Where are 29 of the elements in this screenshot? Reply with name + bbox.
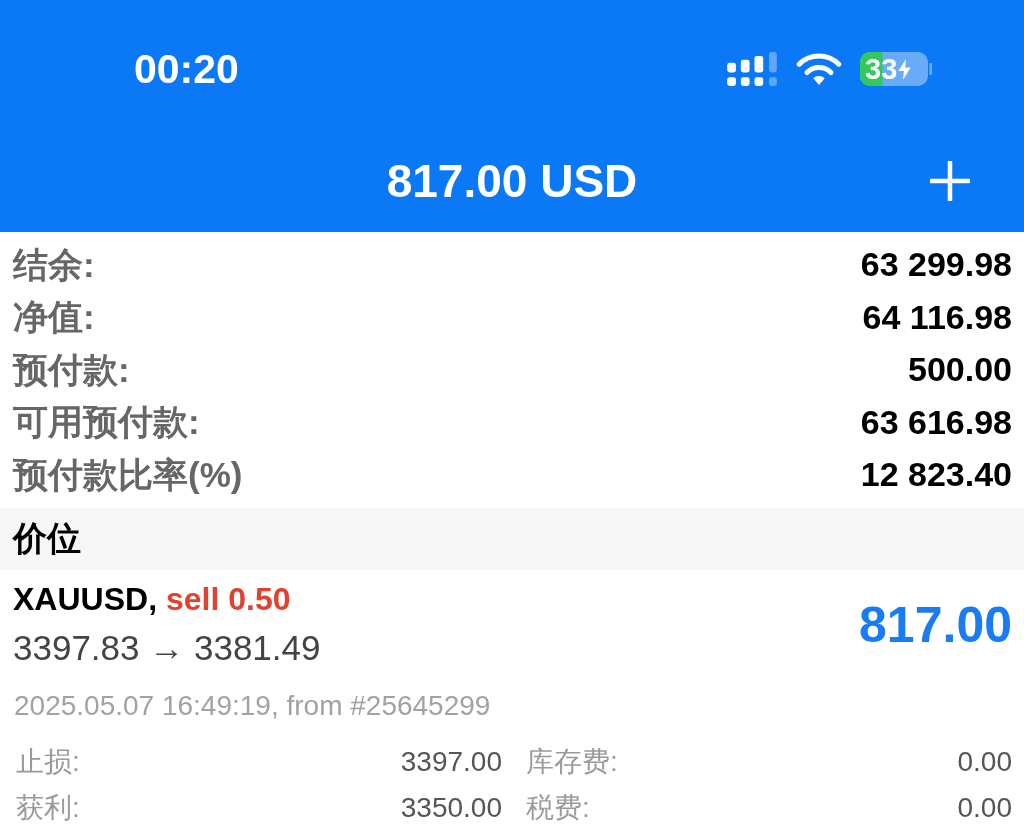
- detail-value: 0.00: [957, 747, 1012, 776]
- section-header: 价位: [0, 507, 1024, 570]
- plus-icon[interactable]: [930, 161, 970, 201]
- wifi-icon: [796, 51, 842, 85]
- summary-value: 63 616.98: [860, 404, 1012, 439]
- summary-label: 预付款:: [13, 351, 130, 387]
- detail-label: 库存费:: [526, 747, 618, 776]
- clock-time: 00:20: [134, 48, 239, 90]
- position-profit: 817.00: [859, 599, 1012, 650]
- detail-label: 税费:: [526, 793, 590, 822]
- summary-label: 预付款比率(%): [13, 456, 243, 492]
- signal-icon: [727, 51, 778, 87]
- detail-value: 3397.00: [400, 747, 502, 776]
- detail-value: 3350.00: [400, 793, 502, 822]
- detail-value: 0.00: [957, 793, 1012, 822]
- summary-value: 64 116.98: [862, 299, 1012, 334]
- summary-label: 可用预付款:: [13, 404, 200, 440]
- open-time-ticket: 2025.05.07 16:49:19, from #25645299: [13, 688, 492, 723]
- detail-label: 获利:: [16, 793, 80, 822]
- summary-value: 500.00: [908, 352, 1012, 387]
- summary-label: 结余:: [13, 246, 95, 282]
- order-type-volume: sell 0.50: [166, 582, 291, 615]
- position-symbol: XAUUSD,: [13, 582, 157, 615]
- account-profit-title: 817.00 USD: [386, 158, 638, 204]
- detail-label: 止损:: [16, 747, 80, 776]
- summary-label: 净值:: [13, 299, 95, 335]
- summary-value: 63 299.98: [860, 247, 1012, 282]
- open-close-prices: 3397.83 → 3381.49: [13, 627, 321, 669]
- summary-value: 12 823.40: [860, 457, 1012, 492]
